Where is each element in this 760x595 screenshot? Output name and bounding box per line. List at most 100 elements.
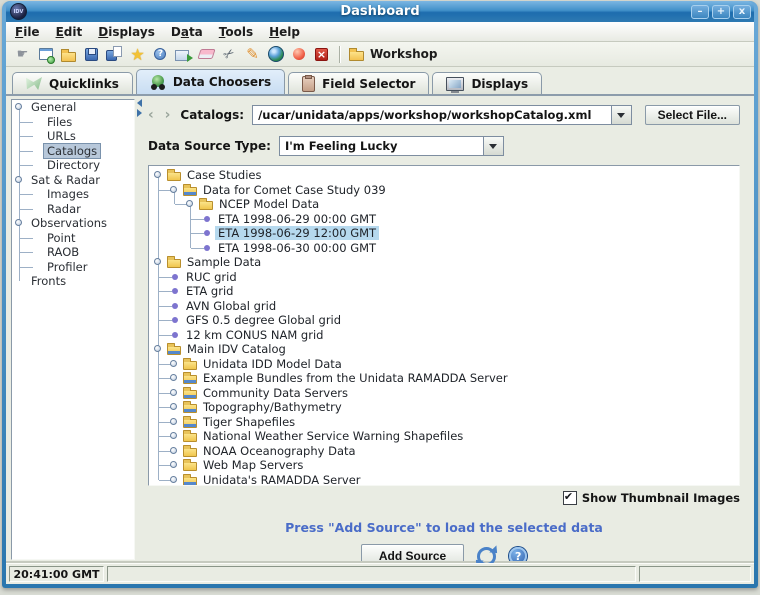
tree-expand-handle[interactable]: [170, 418, 177, 425]
eraser-icon[interactable]: [197, 45, 216, 64]
minimize-button[interactable]: –: [691, 5, 709, 19]
refresh-icon[interactable]: [477, 547, 496, 564]
add-source-button[interactable]: Add Source: [361, 544, 464, 563]
catalog-combobox-arrow[interactable]: [611, 106, 631, 124]
tree-row[interactable]: ETA 1998-06-30 00:00 GMT: [151, 241, 739, 256]
catalog-history-arrows[interactable]: ‹ ›: [148, 108, 173, 122]
split-divider[interactable]: [135, 96, 148, 563]
tree-node-label[interactable]: NCEP Model Data: [216, 197, 322, 211]
tree-expand-handle[interactable]: [170, 403, 177, 410]
tree-node-label[interactable]: AVN Global grid: [183, 299, 279, 313]
tree-expand-handle[interactable]: [170, 432, 177, 439]
tree-row[interactable]: Images: [12, 187, 134, 202]
tree-expand-handle[interactable]: [15, 176, 22, 183]
tree-row[interactable]: URLs: [12, 129, 134, 144]
maximize-button[interactable]: +: [712, 5, 730, 19]
tree-row[interactable]: Point: [12, 231, 134, 246]
tree-row[interactable]: ETA grid: [151, 284, 739, 299]
new-window-icon[interactable]: [36, 45, 55, 64]
tree-row[interactable]: GFS 0.5 degree Global grid: [151, 313, 739, 328]
tree-node-label[interactable]: Example Bundles from the Unidata RAMADDA…: [200, 371, 511, 385]
save-as-icon[interactable]: [105, 45, 124, 64]
tree-node-label[interactable]: RAOB: [44, 245, 82, 259]
tree-row[interactable]: Catalogs: [12, 144, 134, 159]
tree-row[interactable]: Files: [12, 115, 134, 130]
tree-node-label[interactable]: Main IDV Catalog: [184, 342, 289, 356]
tree-row[interactable]: Community Data Servers: [151, 386, 739, 401]
tree-node-label[interactable]: Unidata's RAMADDA Server: [200, 473, 364, 486]
select-file-button[interactable]: Select File...: [645, 105, 740, 125]
tree-node-label[interactable]: Files: [44, 115, 75, 129]
tree-node-label[interactable]: Data for Comet Case Study 039: [200, 183, 389, 197]
help-icon[interactable]: ?: [509, 547, 527, 563]
tree-row[interactable]: Tiger Shapefiles: [151, 415, 739, 430]
tree-node-label[interactable]: GFS 0.5 degree Global grid: [183, 313, 344, 327]
tree-row[interactable]: Sat & Radar: [12, 173, 134, 188]
tree-row[interactable]: Data for Comet Case Study 039: [151, 183, 739, 198]
tree-node-label[interactable]: RUC grid: [183, 270, 240, 284]
tree-node-label[interactable]: ETA 1998-06-29 00:00 GMT: [215, 212, 379, 226]
menu-data[interactable]: Data: [171, 25, 203, 39]
tree-expand-handle[interactable]: [15, 103, 22, 110]
tree-node-label[interactable]: Tiger Shapefiles: [200, 415, 298, 429]
tree-node-label[interactable]: Radar: [44, 202, 84, 216]
tab-quicklinks[interactable]: Quicklinks: [12, 72, 133, 94]
save-icon[interactable]: [82, 45, 101, 64]
help-bubble-icon[interactable]: [151, 45, 170, 64]
menu-edit[interactable]: Edit: [56, 25, 83, 39]
tree-node-label[interactable]: National Weather Service Warning Shapefi…: [200, 429, 466, 443]
tree-expand-handle[interactable]: [154, 258, 161, 265]
tree-expand-handle[interactable]: [170, 360, 177, 367]
tree-node-label[interactable]: Profiler: [44, 260, 91, 274]
catalog-combobox[interactable]: /ucar/unidata/apps/workshop/workshopCata…: [252, 105, 632, 125]
tree-node-label[interactable]: URLs: [44, 129, 79, 143]
tree-node-label[interactable]: Sat & Radar: [28, 173, 103, 187]
tree-node-label[interactable]: ETA grid: [183, 284, 236, 298]
tree-row[interactable]: Topography/Bathymetry: [151, 400, 739, 415]
tree-row[interactable]: Fronts: [12, 274, 134, 289]
favorites-icon[interactable]: [128, 45, 147, 64]
menu-tools[interactable]: Tools: [219, 25, 253, 39]
close-button[interactable]: x: [733, 5, 751, 19]
tree-node-label[interactable]: NOAA Oceanography Data: [200, 444, 359, 458]
tree-row[interactable]: National Weather Service Warning Shapefi…: [151, 429, 739, 444]
tree-node-label[interactable]: Point: [44, 231, 79, 245]
tree-row[interactable]: Unidata IDD Model Data: [151, 357, 739, 372]
tree-expand-handle[interactable]: [170, 374, 177, 381]
tree-row[interactable]: General: [12, 100, 134, 115]
tree-row[interactable]: Web Map Servers: [151, 458, 739, 473]
tree-node-label[interactable]: Directory: [44, 158, 103, 172]
data-source-type-value[interactable]: I'm Feeling Lucky: [280, 137, 483, 155]
tree-expand-handle[interactable]: [170, 186, 177, 193]
tree-row[interactable]: RUC grid: [151, 270, 739, 285]
tree-row[interactable]: Observations: [12, 216, 134, 231]
tree-node-label[interactable]: Case Studies: [184, 168, 264, 182]
tree-expand-handle[interactable]: [170, 389, 177, 396]
tree-row[interactable]: NCEP Model Data: [151, 197, 739, 212]
tree-row[interactable]: NOAA Oceanography Data: [151, 444, 739, 459]
tree-row[interactable]: Example Bundles from the Unidata RAMADDA…: [151, 371, 739, 386]
tree-row[interactable]: ETA 1998-06-29 12:00 GMT: [151, 226, 739, 241]
tree-node-label[interactable]: ETA 1998-06-29 12:00 GMT: [215, 226, 379, 240]
open-folder-icon[interactable]: [59, 45, 78, 64]
workshop-group[interactable]: Workshop: [348, 47, 437, 61]
data-source-type-arrow[interactable]: [483, 137, 503, 155]
tree-row[interactable]: Unidata's RAMADDA Server: [151, 473, 739, 487]
tree-node-label[interactable]: Observations: [28, 216, 110, 230]
tree-row[interactable]: Profiler: [12, 260, 134, 275]
menu-file[interactable]: File: [15, 25, 40, 39]
cut-icon[interactable]: [220, 45, 239, 64]
tree-row[interactable]: ETA 1998-06-29 00:00 GMT: [151, 212, 739, 227]
tree-expand-handle[interactable]: [170, 461, 177, 468]
tree-row[interactable]: AVN Global grid: [151, 299, 739, 314]
tree-expand-handle[interactable]: [154, 171, 161, 178]
show-thumbnails-checkbox[interactable]: [563, 491, 577, 505]
tree-node-label[interactable]: Catalogs: [44, 144, 100, 158]
title-bar[interactable]: IDV Dashboard – + x: [6, 1, 754, 22]
tree-node-label[interactable]: Unidata IDD Model Data: [200, 357, 345, 371]
tree-node-label[interactable]: ETA 1998-06-30 00:00 GMT: [215, 241, 379, 255]
catalog-combobox-value[interactable]: /ucar/unidata/apps/workshop/workshopCata…: [253, 106, 611, 124]
expand-right-icon[interactable]: [137, 109, 142, 117]
tree-node-label[interactable]: General: [28, 100, 79, 114]
tab-field-selector[interactable]: Field Selector: [288, 72, 429, 94]
